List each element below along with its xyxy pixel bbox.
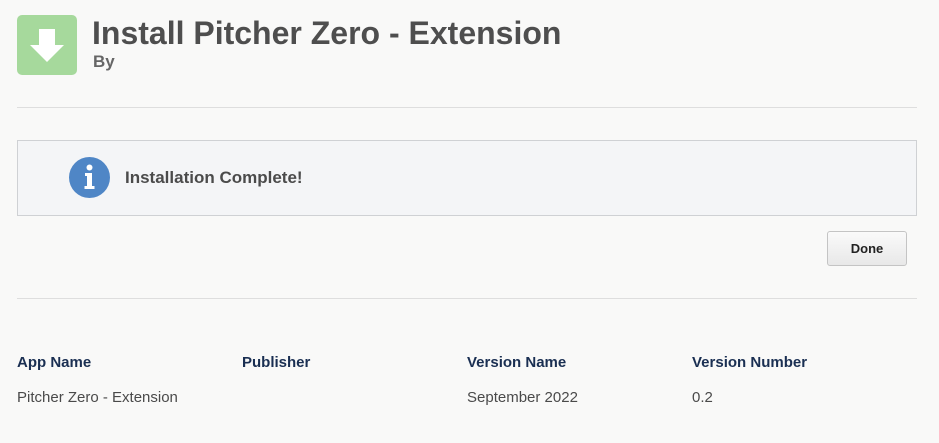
download-arrow-icon [17, 15, 77, 75]
details-column-version-name: Version Name September 2022 [467, 354, 692, 407]
column-value [242, 389, 467, 407]
column-value: September 2022 [467, 389, 578, 406]
details-divider [17, 298, 917, 299]
status-message-text: Installation Complete! [125, 168, 303, 187]
page-title: Install Pitcher Zero - Extension [92, 15, 562, 51]
done-button[interactable]: Done [827, 231, 907, 266]
details-column-app-name: App Name Pitcher Zero - Extension [17, 354, 242, 407]
column-value: 0.2 [692, 389, 713, 406]
details-column-version-number: Version Number 0.2 [692, 354, 917, 407]
install-page: Install Pitcher Zero - Extension By Inst… [0, 0, 939, 443]
header-divider [17, 107, 917, 108]
column-header: Publisher [242, 354, 311, 371]
publisher-byline: By [93, 52, 115, 71]
column-header: App Name [17, 354, 92, 371]
column-header: Version Name [467, 354, 567, 371]
info-icon [69, 157, 110, 198]
column-header: Version Number [692, 354, 808, 371]
details-column-publisher: Publisher [242, 354, 467, 407]
status-message-box: Installation Complete! [17, 140, 917, 216]
column-value: Pitcher Zero - Extension [17, 389, 178, 406]
